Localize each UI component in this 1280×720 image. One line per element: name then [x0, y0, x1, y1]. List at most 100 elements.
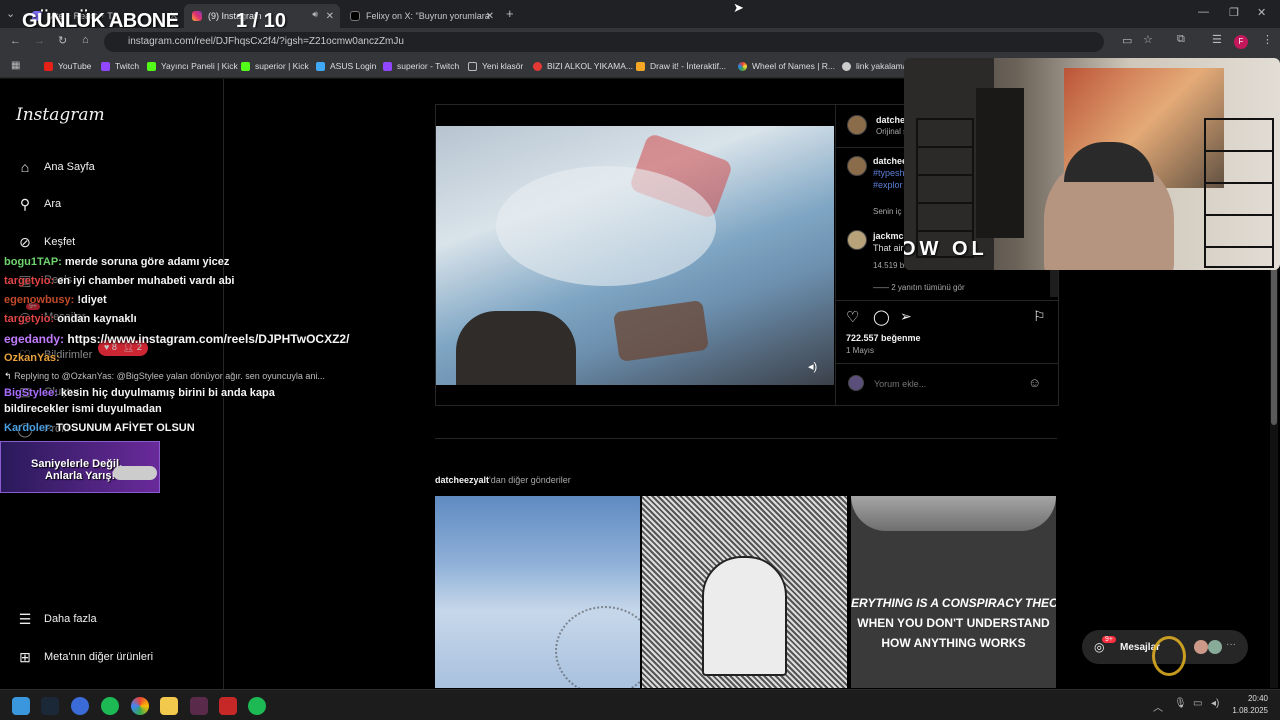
app-icon[interactable] [219, 697, 237, 715]
reload-icon[interactable]: ↻ [58, 34, 67, 47]
clock-date[interactable]: 1.08.2025 [1222, 706, 1268, 715]
caption-tag[interactable]: #explor [873, 180, 903, 190]
post-thumbnail-sky[interactable] [435, 496, 640, 688]
chat-text: ondan kaynaklı [57, 313, 137, 325]
bookmark-link[interactable]: link yakalama [842, 61, 908, 71]
chat-text[interactable]: https://www.instagram.com/reels/DJPHTwOC… [67, 332, 349, 346]
mute-icon[interactable]: ◂) [808, 360, 817, 373]
bookmark-wheel[interactable]: Wheel of Names | R... [738, 61, 835, 71]
view-replies-link[interactable]: —— 2 yanıtın tümünü gör [873, 283, 965, 292]
new-tab-icon[interactable]: + [506, 6, 514, 21]
close-tab-icon[interactable]: ✕ [486, 11, 494, 22]
chat-message: targetyio: ondan kaynaklı [4, 313, 137, 325]
bookmark-label: Yayıncı Paneli | Kick [161, 61, 238, 71]
search-icon: ⚲ [19, 195, 31, 212]
commenter-avatar[interactable] [847, 230, 867, 250]
chat-user: bogu1TAP: [4, 256, 62, 268]
comment-text: That air [873, 243, 904, 253]
bookmark-kick-panel[interactable]: Yayıncı Paneli | Kick [147, 61, 238, 71]
engraving-figure [702, 556, 787, 676]
chat-user: egenowbusy: [4, 294, 75, 306]
comment-username[interactable]: jackmc [873, 231, 904, 241]
comment-input[interactable] [874, 376, 1024, 392]
wheel-icon [738, 61, 747, 71]
bookmark-label: Twitch [115, 61, 140, 71]
chevron-up-icon[interactable]: ︿ [1153, 699, 1163, 714]
apps-grid-icon[interactable]: ▦ [11, 60, 20, 71]
tree-shape [555, 606, 640, 688]
bookmark-folder[interactable]: Yeni klasör [468, 61, 523, 71]
app-icon[interactable] [190, 697, 208, 715]
bookmark-twitch[interactable]: Twitch [101, 61, 139, 71]
bookmark-star-icon[interactable]: ☆ [1143, 33, 1153, 46]
nav-explore[interactable]: ⊘ Keşfet [16, 233, 75, 251]
site-icon [533, 61, 542, 71]
bookmark-superior-twitch[interactable]: superior - Twitch [383, 61, 459, 71]
home-browser-icon[interactable]: ⌂ [82, 34, 89, 46]
bookmark-youtube[interactable]: YouTube [44, 61, 91, 71]
media-icon[interactable]: ☰ [1212, 33, 1222, 46]
close-window-icon[interactable]: ✕ [1257, 6, 1266, 19]
clock-time[interactable]: 20:40 [1234, 694, 1268, 703]
minimize-icon[interactable]: — [1198, 6, 1209, 18]
chrome-icon[interactable] [131, 697, 149, 715]
nav-more[interactable]: ☰ Daha fazla [16, 610, 97, 628]
microphone-icon[interactable]: 🎙︎ [1174, 698, 1187, 709]
cast-icon[interactable]: ▭ [1122, 34, 1132, 47]
close-tab-icon[interactable]: ✕ [326, 11, 334, 22]
nav-search[interactable]: ⚲ Ara [16, 195, 61, 213]
caption-tag[interactable]: #typesh [873, 168, 905, 178]
folder-icon [468, 61, 477, 71]
meme-text-line-1: ERYTHING IS A CONSPIRACY THEO [851, 596, 1056, 610]
page-scrollbar-thumb[interactable] [1271, 265, 1277, 425]
emoji-icon[interactable]: ☺ [1028, 375, 1041, 390]
author-avatar[interactable] [847, 156, 867, 176]
steam-icon[interactable] [41, 697, 59, 715]
url-input[interactable]: instagram.com/reel/DJFhqsCx2f4/?igsh=Z21… [104, 32, 1104, 52]
caption-snippet: Senin iç [873, 207, 902, 216]
save-bookmark-icon[interactable]: ⚐ [1033, 308, 1046, 325]
post-thumbnail-meme[interactable]: ERYTHING IS A CONSPIRACY THEO WHEN YOU D… [851, 496, 1056, 688]
chat-message: OzkanYas: [4, 352, 60, 364]
bookmark-superior-kick[interactable]: superior | Kick [241, 61, 309, 71]
extensions-icon[interactable]: ⧉ [1177, 33, 1185, 46]
like-heart-icon[interactable]: ♡ [846, 308, 859, 326]
nav-label: Meta'nın diğer ürünleri [44, 651, 154, 663]
share-send-icon[interactable]: ➢ [900, 308, 912, 325]
profile-avatar[interactable]: F [1234, 35, 1248, 49]
bookmark-asus[interactable]: ASUS Login [316, 61, 376, 71]
bookmark-label: YouTube [58, 61, 92, 71]
reply-icon: ↰ [4, 371, 12, 381]
instagram-logo[interactable]: Instagram [16, 105, 105, 125]
meta-grid-icon: ⊞ [19, 648, 31, 665]
more-posts-author[interactable]: datcheezyalt [435, 475, 489, 485]
more-dots-icon[interactable]: ··· [1226, 639, 1236, 650]
back-icon[interactable]: ← [10, 35, 21, 47]
tab-search-icon[interactable]: ⌄ [6, 7, 15, 20]
nav-home[interactable]: ⌂ Ana Sayfa [16, 158, 95, 176]
windows-start-icon[interactable] [12, 697, 30, 715]
asus-icon [316, 61, 325, 71]
likes-count[interactable]: 722.557 beğenme [846, 333, 921, 343]
bookmark-draw-it[interactable]: Draw it! - İnteraktif... [636, 61, 726, 71]
menu-dots-icon[interactable]: ⋮ [1262, 33, 1273, 46]
speaker-icon[interactable]: 🔊︎ [312, 9, 318, 20]
bookmark-alkol[interactable]: BIZI ALKOL YIKAMA... [533, 61, 633, 71]
app-icon[interactable] [71, 697, 89, 715]
spotify-icon[interactable] [248, 697, 266, 715]
file-explorer-icon[interactable] [160, 697, 178, 715]
volume-icon[interactable]: ◂) [1211, 698, 1219, 709]
chat-text: !diyet [77, 294, 107, 306]
post-thumbnail-engraving[interactable] [642, 496, 847, 688]
reel-video[interactable]: ◂) [436, 126, 834, 385]
chat-reply: ↰ Replying to @OzkanYas: @BigStylee yala… [4, 371, 325, 382]
tab-x[interactable]: Felixy on X: "Buyrun yorumlara ✕ [342, 4, 500, 28]
forward-icon[interactable]: → [34, 35, 45, 47]
network-icon[interactable]: ▭ [1193, 698, 1202, 709]
chat-message: targetyio: en iyi chamber muhabeti vardı… [4, 275, 234, 287]
spotify-icon[interactable] [101, 697, 119, 715]
author-avatar[interactable] [847, 115, 867, 135]
nav-meta-products[interactable]: ⊞ Meta'nın diğer ürünleri [16, 648, 153, 666]
maximize-icon[interactable]: ❐ [1229, 6, 1239, 19]
comment-bubble-icon[interactable]: ◯ [873, 308, 890, 326]
